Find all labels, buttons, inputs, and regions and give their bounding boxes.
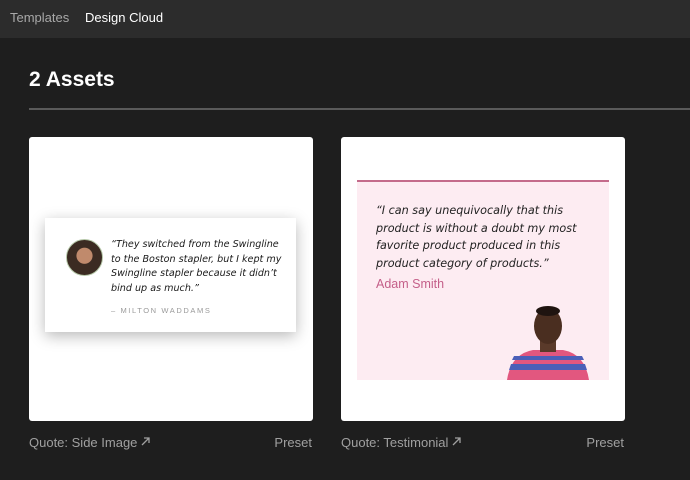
asset-caption-quote-testimonial[interactable]: Quote: Testimonial (341, 435, 462, 451)
asset-caption-quote-side-image[interactable]: Quote: Side Image (29, 435, 151, 451)
quote-author: – MILTON WADDAMS (111, 306, 212, 315)
testimonial-quote: “I can say unequivocally that this produ… (376, 204, 577, 270)
asset-card-quote-side-image[interactable]: “They switched from the Swingline to the… (29, 137, 313, 421)
testimonial-author: Adam Smith (376, 277, 445, 291)
preset-label: Preset (586, 435, 624, 450)
quote-preview-box: “They switched from the Swingline to the… (45, 218, 296, 332)
top-nav-bar: Templates Design Cloud (0, 0, 690, 38)
page-title: 2 Assets (29, 68, 115, 91)
asset-caption-label: Quote: Side Image (29, 435, 138, 450)
arrow-up-right-icon (451, 435, 462, 450)
title-divider (29, 108, 690, 110)
preset-label: Preset (274, 435, 312, 450)
asset-card-quote-testimonial[interactable]: “I can say unequivocally that this produ… (341, 137, 625, 421)
person-photo (507, 306, 589, 380)
tab-templates[interactable]: Templates (10, 10, 69, 26)
avatar (66, 239, 103, 276)
asset-caption-label: Quote: Testimonial (341, 435, 449, 450)
quote-text: “They switched from the Swingline to the… (111, 239, 282, 294)
testimonial-preview: “I can say unequivocally that this produ… (357, 180, 609, 380)
arrow-up-right-icon (140, 435, 151, 450)
tab-design-cloud[interactable]: Design Cloud (85, 10, 163, 26)
testimonial-accent-line (357, 180, 609, 182)
